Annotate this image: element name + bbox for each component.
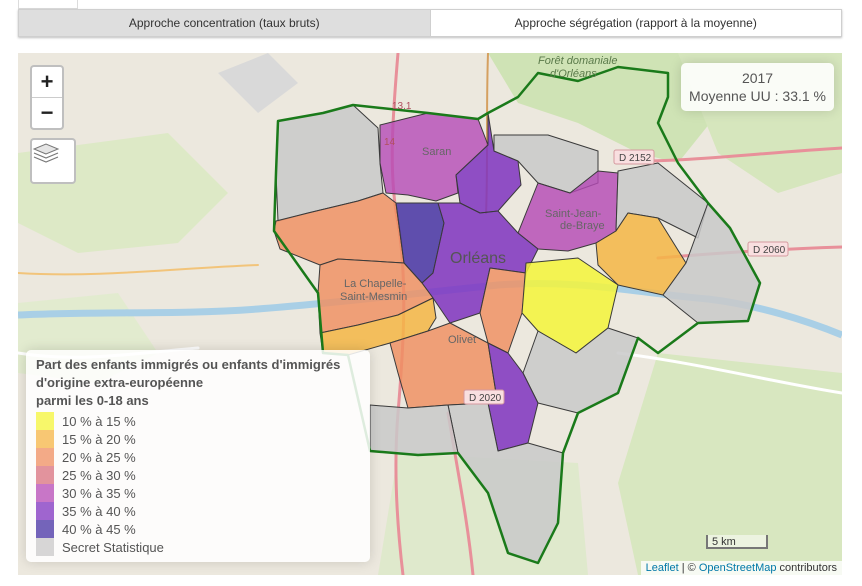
legend: Part des enfants immigrés ou enfants d'i… [26,350,370,562]
legend-swatch [36,484,54,502]
zoom-out-button[interactable]: − [32,97,62,128]
forest-label: Forêt domaniale [538,55,618,67]
chapelle-label: Saint-Mesmin [340,291,407,303]
concentration-approach-button[interactable]: Approche concentration (taux bruts) [18,9,431,37]
legend-label: 25 % à 30 % [62,467,136,483]
chapelle-label: La Chapelle- [344,278,407,290]
legend-title-line: d'origine extra-européenne [36,375,204,390]
road-number-label: 14 [384,137,396,148]
previous-tab[interactable] [18,0,78,9]
info-year: 2017 [741,70,774,86]
legend-item: 25 % à 30 % [36,466,360,484]
scale-bar: 5 km [706,535,768,549]
zoom-control: + − [30,65,64,130]
legend-swatch [36,538,54,556]
legend-label: 15 % à 20 % [62,431,136,447]
legend-item: Secret Statistique [36,538,360,556]
legend-item: 35 % à 40 % [36,502,360,520]
layers-button[interactable] [30,138,76,184]
zoom-in-button[interactable]: + [32,67,62,97]
attribution-contributors: contributors [776,562,837,574]
attribution-separator: | © [678,562,699,574]
openstreetmap-link[interactable]: OpenStreetMap [699,562,777,574]
legend-label: 10 % à 15 % [62,413,136,429]
segregation-approach-button[interactable]: Approche ségrégation (rapport à la moyen… [430,9,842,37]
legend-item: 30 % à 35 % [36,484,360,502]
attribution: Leaflet | © OpenStreetMap contributors [640,561,842,575]
road-shield-label: D 2060 [753,245,786,256]
legend-swatch [36,430,54,448]
legend-label: Secret Statistique [62,539,164,555]
road-shield-label: D 2020 [469,393,502,404]
legend-item: 20 % à 25 % [36,448,360,466]
legend-swatch [36,466,54,484]
legend-label: 20 % à 25 % [62,449,136,465]
legend-swatch [36,502,54,520]
legend-item: 15 % à 20 % [36,430,360,448]
legend-label: 40 % à 45 % [62,521,136,537]
legend-item: 40 % à 45 % [36,520,360,538]
legend-swatch [36,520,54,538]
saint-jean-label: de-Braye [560,220,605,232]
legend-label: 30 % à 35 % [62,485,136,501]
legend-item: 10 % à 15 % [36,412,360,430]
legend-title-line: parmi les 0-18 ans [36,393,149,408]
zone-secret-statistique[interactable] [369,404,459,456]
legend-label: 35 % à 40 % [62,503,136,519]
info-average: Moyenne UU : 33.1 % [689,88,826,104]
road-shield-label: D 2152 [619,153,652,164]
legend-swatch [36,448,54,466]
approach-toggle: Approche concentration (taux bruts) Appr… [18,9,842,37]
olivet-label: Olivet [448,334,476,346]
legend-swatch [36,412,54,430]
road-number-label: 13.1 [392,101,412,112]
layers-icon [32,143,60,163]
legend-title: Part des enfants immigrés ou enfants d'i… [36,356,360,410]
legend-title-line: Part des enfants immigrés ou enfants d'i… [36,357,341,372]
forest-label: d'Orléans [550,68,597,80]
map-view[interactable]: Forêt domaniale d'Orléans Saran Saint-Je… [18,53,842,575]
leaflet-link[interactable]: Leaflet [646,562,679,574]
orleans-label: Orléans [450,250,506,267]
saran-label: Saran [422,146,451,158]
info-box: 2017 Moyenne UU : 33.1 % [681,63,834,111]
saint-jean-label: Saint-Jean- [545,208,602,220]
